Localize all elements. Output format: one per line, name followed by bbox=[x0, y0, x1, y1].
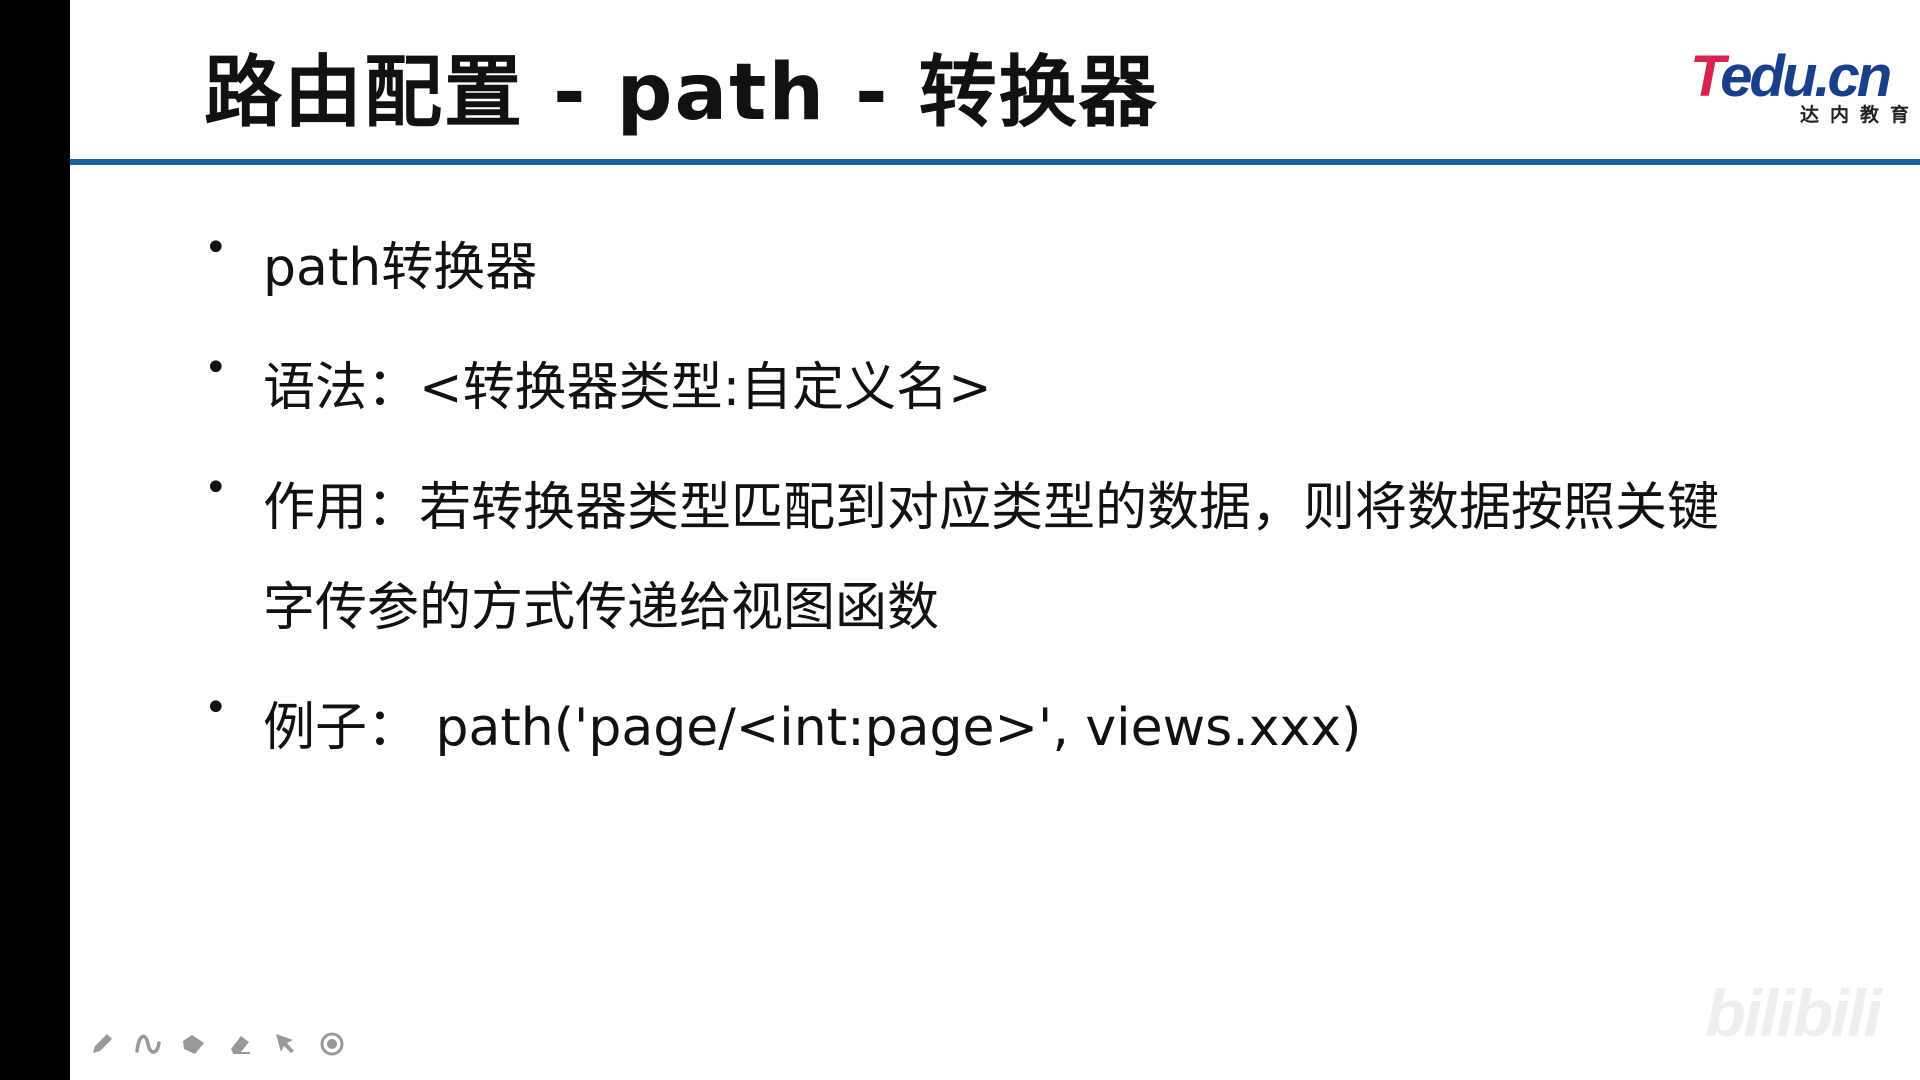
eraser-icon[interactable] bbox=[226, 1030, 254, 1058]
tedu-logo: Tedu.cn 达内教育 bbox=[1690, 44, 1920, 127]
title-divider bbox=[70, 159, 1920, 165]
pointer-icon[interactable] bbox=[272, 1030, 300, 1058]
fill-icon[interactable] bbox=[180, 1030, 208, 1058]
annotation-toolbar bbox=[88, 1030, 346, 1058]
slide-title: 路由配置 - path - 转换器 bbox=[204, 48, 1159, 138]
bullet-dot: • bbox=[204, 685, 228, 731]
record-icon[interactable] bbox=[318, 1030, 346, 1058]
bilibili-watermark: bilibili bbox=[1705, 976, 1882, 1050]
bullet-dot: • bbox=[204, 465, 228, 511]
left-black-bar bbox=[0, 0, 70, 1080]
bullet-dot: • bbox=[204, 345, 228, 391]
curve-icon[interactable] bbox=[134, 1030, 162, 1058]
pen-icon[interactable] bbox=[88, 1030, 116, 1058]
bullet-dot: • bbox=[204, 225, 228, 271]
